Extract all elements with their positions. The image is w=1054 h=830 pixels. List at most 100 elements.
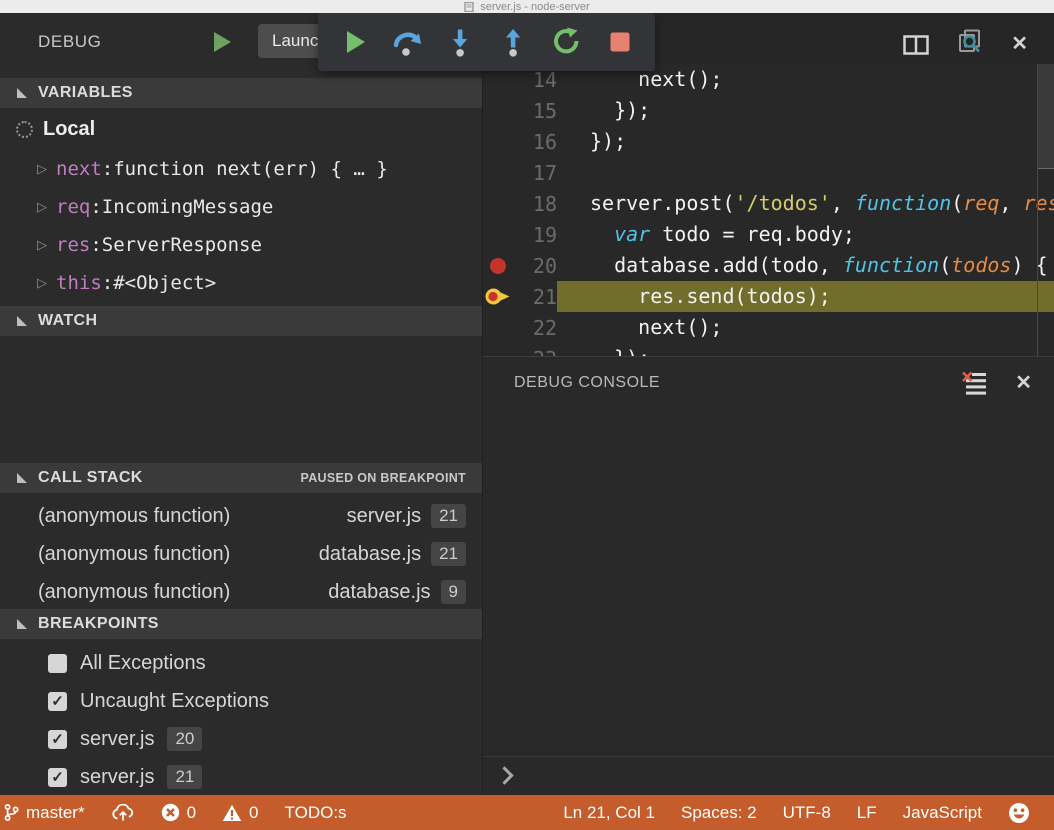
status-item-label: LF <box>857 803 877 823</box>
clear-console-icon[interactable] <box>961 371 988 396</box>
frame-file: database.js <box>319 543 421 566</box>
variables-section-header[interactable]: VARIABLES <box>0 78 482 108</box>
close-console-icon[interactable]: ✕ <box>1015 372 1032 394</box>
watch-section-title: WATCH <box>38 312 482 330</box>
code-line-15[interactable]: 15 }); <box>483 95 1054 126</box>
code-line-16[interactable]: 16}); <box>483 126 1054 157</box>
expand-icon[interactable] <box>37 162 47 177</box>
code-text: database.add(todo, function(todos) { <box>557 250 1054 281</box>
document-icon <box>464 2 474 12</box>
variable-row[interactable]: res ServerResponse <box>0 226 482 264</box>
collapse-icon <box>17 473 27 483</box>
line-number: 18 <box>513 192 557 216</box>
status-item[interactable]: JavaScript <box>903 803 982 823</box>
status-bar-right: Ln 21, Col 1 Spaces: 2 UTF-8 LF JavaScript <box>563 802 1030 824</box>
code-text: var todo = req.body; <box>557 219 1054 250</box>
debug-console-panel: DEBUG CONSOLE ✕ <box>483 356 1054 795</box>
breakpoint-item[interactable]: All Exceptions <box>0 644 482 682</box>
restart-button[interactable] <box>548 25 584 59</box>
breakpoint-item[interactable]: Uncaught Exceptions <box>0 682 482 720</box>
code-line-22[interactable]: 22 next(); <box>483 312 1054 343</box>
variable-value: function next(err) { … } <box>113 158 388 180</box>
variable-name: next <box>56 158 113 180</box>
expand-icon[interactable] <box>37 238 47 253</box>
step-into-button[interactable] <box>442 25 478 59</box>
code-line-19[interactable]: 19 var todo = req.body; <box>483 219 1054 250</box>
code-lines: 14 next(); 15 });16});1718server.post('/t… <box>483 64 1054 356</box>
variable-row[interactable]: this #<Object> <box>0 264 482 302</box>
code-text: next(); <box>557 312 1054 343</box>
code-line-23[interactable]: 23 }); <box>483 343 1054 356</box>
breakpoint-checkbox[interactable] <box>48 692 67 711</box>
status-item-cloud-upload[interactable] <box>111 804 135 822</box>
breakpoint-checkbox[interactable] <box>48 768 67 787</box>
callstack-frame[interactable]: (anonymous function) server.js 21 <box>0 497 482 535</box>
code-text: res.send(todos); <box>557 281 1054 312</box>
code-line-21[interactable]: 21 res.send(todos); <box>483 281 1054 312</box>
current-line-breakpoint-icon[interactable] <box>483 288 513 305</box>
continue-button[interactable] <box>335 25 371 59</box>
status-item-git-branch[interactable]: master* <box>4 803 85 823</box>
status-item[interactable]: LF <box>857 803 877 823</box>
line-number: 21 <box>513 285 557 309</box>
stop-button[interactable] <box>602 25 638 59</box>
editor-scrollbar[interactable] <box>1037 64 1054 356</box>
status-item-smiley[interactable] <box>1008 802 1030 824</box>
status-item-error-circle[interactable]: 0 <box>161 803 196 823</box>
variable-row[interactable]: req IncomingMessage <box>0 188 482 226</box>
code-line-18[interactable]: 18server.post('/todos', function(req, re… <box>483 188 1054 219</box>
call-stack-list: (anonymous function) server.js 21 (anony… <box>0 497 482 611</box>
frame-file: database.js <box>328 581 430 604</box>
breakpoint-item[interactable]: server.js 21 <box>0 758 482 796</box>
variable-row[interactable]: next function next(err) { … } <box>0 150 482 188</box>
breakpoint-icon[interactable] <box>483 258 513 274</box>
split-editor-icon[interactable] <box>903 35 929 55</box>
search-in-file-icon[interactable] <box>956 29 984 55</box>
scope-label: Local <box>43 118 95 141</box>
scrollbar-thumb[interactable] <box>1038 64 1054 169</box>
cloud-upload-icon <box>111 804 135 822</box>
window-title: server.js - node-server <box>480 1 589 13</box>
breakpoint-line-badge: 21 <box>167 765 202 789</box>
watch-section-header[interactable]: WATCH <box>0 306 482 336</box>
vscode-window: server.js - node-server DEBUG Launch VAR… <box>0 0 1054 830</box>
status-item-label: 0 <box>187 803 196 823</box>
status-bar: master* 0 0 TODO:s Ln 21, Col 1 Spaces: 2 UTF… <box>0 795 1054 830</box>
variables-scope-local[interactable]: Local <box>0 112 95 146</box>
line-number: 15 <box>513 99 557 123</box>
line-number: 19 <box>513 223 557 247</box>
line-number: 14 <box>513 68 557 92</box>
breakpoint-label: Uncaught Exceptions <box>80 690 269 713</box>
code-line-20[interactable]: 20 database.add(todo, function(todos) { <box>483 250 1054 281</box>
callstack-frame[interactable]: (anonymous function) database.js 9 <box>0 573 482 611</box>
status-item[interactable]: Spaces: 2 <box>681 803 757 823</box>
status-item-label: Ln 21, Col 1 <box>563 803 655 823</box>
debug-console-input[interactable] <box>483 756 1054 794</box>
step-over-button[interactable] <box>389 25 425 59</box>
code-text: }); <box>557 95 1054 126</box>
breakpoint-line-badge: 20 <box>167 727 202 751</box>
status-item[interactable]: TODO:s <box>285 803 347 823</box>
expand-icon[interactable] <box>37 276 47 291</box>
breakpoints-list: All Exceptions Uncaught Exceptions serve… <box>0 644 482 796</box>
breakpoint-checkbox[interactable] <box>48 654 67 673</box>
status-item-label: JavaScript <box>903 803 982 823</box>
breakpoint-checkbox[interactable] <box>48 730 67 749</box>
status-item-warning-triangle[interactable]: 0 <box>222 803 258 823</box>
breakpoint-item[interactable]: server.js 20 <box>0 720 482 758</box>
expand-icon[interactable] <box>37 200 47 215</box>
call-stack-section-header[interactable]: CALL STACK PAUSED ON BREAKPOINT <box>0 463 482 493</box>
status-item[interactable]: UTF-8 <box>783 803 831 823</box>
window-title-bar[interactable]: server.js - node-server <box>0 0 1054 13</box>
step-out-button[interactable] <box>495 25 531 59</box>
status-item[interactable]: Ln 21, Col 1 <box>563 803 655 823</box>
code-editor[interactable]: 14 next(); 15 });16});1718server.post('/t… <box>483 64 1054 356</box>
callstack-frame[interactable]: (anonymous function) database.js 21 <box>0 535 482 573</box>
code-line-17[interactable]: 17 <box>483 157 1054 188</box>
frame-line-badge: 9 <box>441 580 466 604</box>
debug-sidebar: DEBUG Launch VARIABLES Local next functi… <box>0 13 483 795</box>
start-debug-button[interactable] <box>214 32 231 52</box>
close-editor-icon[interactable]: ✕ <box>1011 33 1028 55</box>
breakpoints-section-header[interactable]: BREAKPOINTS <box>0 609 482 639</box>
variable-name: req <box>56 196 102 218</box>
